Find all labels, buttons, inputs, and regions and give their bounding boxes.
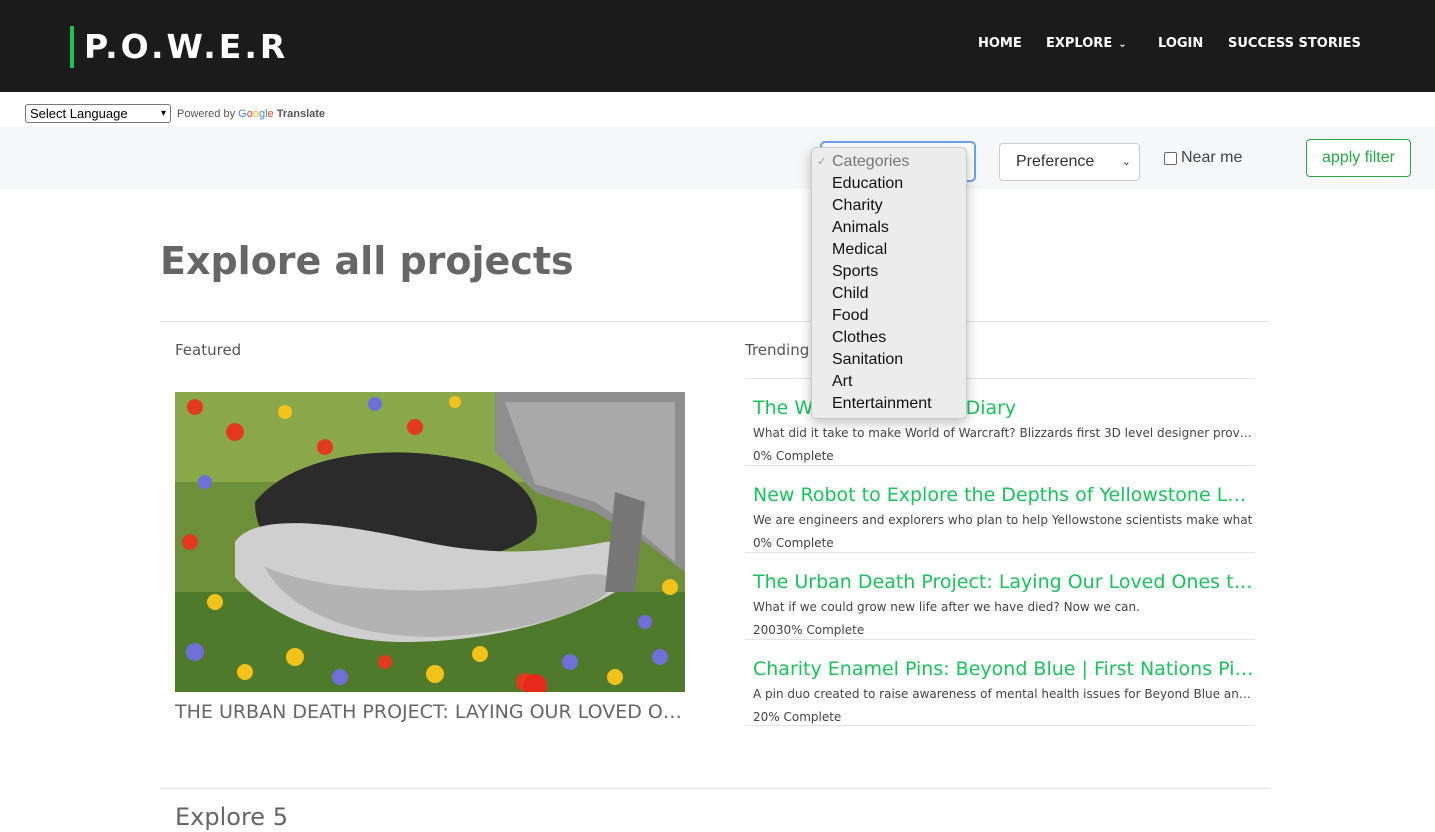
section-title: Explore 5 bbox=[175, 803, 288, 831]
powered-by-label: Powered by bbox=[177, 108, 236, 120]
apply-filter-button[interactable]: apply filter bbox=[1306, 139, 1411, 177]
translate-label: Translate bbox=[276, 108, 326, 120]
category-option-animals[interactable]: Animals bbox=[812, 217, 966, 239]
category-option-food[interactable]: Food bbox=[812, 305, 966, 327]
logo-accent-bar bbox=[70, 26, 74, 68]
chevron-down-icon: ⌄ bbox=[1121, 156, 1131, 168]
category-option-education[interactable]: Education bbox=[812, 173, 966, 195]
flower-field-hands-illustration bbox=[175, 392, 685, 692]
trending-item[interactable]: New Robot to Explore the Depths of Yello… bbox=[745, 465, 1255, 552]
featured-project-title[interactable]: THE URBAN DEATH PROJECT: LAYING OUR LOVE… bbox=[175, 700, 687, 724]
category-option-entertainment[interactable]: Entertainment bbox=[812, 393, 966, 415]
trending-item-description: We are engineers and explorers who plan … bbox=[753, 513, 1253, 527]
nav-explore[interactable]: EXPLORE ⌄ bbox=[1046, 35, 1127, 53]
trending-item-progress: 20030% Complete bbox=[753, 623, 865, 637]
trending-item[interactable]: The Urban Death Project: Laying Our Love… bbox=[745, 552, 1255, 639]
select-arrow-icon: ▾ bbox=[160, 108, 166, 119]
nav-explore-label: EXPLORE bbox=[1046, 36, 1113, 51]
near-me-label[interactable]: Near me bbox=[1181, 148, 1242, 168]
divider bbox=[160, 788, 1270, 789]
trending-item-description: What did it take to make World of Warcra… bbox=[753, 426, 1255, 440]
language-select[interactable]: Select Language ▾ bbox=[25, 104, 171, 123]
powered-by-google-translate: Powered by Google Translate bbox=[177, 107, 325, 121]
category-option-sanitation[interactable]: Sanitation bbox=[812, 349, 966, 371]
category-option-medical[interactable]: Medical bbox=[812, 239, 966, 261]
checkmark-icon: ✓ bbox=[817, 156, 827, 168]
categories-dropdown-menu: ✓ Categories Education Charity Animals Me… bbox=[811, 147, 967, 419]
category-option-clothes[interactable]: Clothes bbox=[812, 327, 966, 349]
category-option-sports[interactable]: Sports bbox=[812, 261, 966, 283]
trending-label: Trending bbox=[745, 341, 810, 359]
trending-item-title[interactable]: New Robot to Explore the Depths of Yello… bbox=[753, 482, 1255, 508]
category-option-charity[interactable]: Charity bbox=[812, 195, 966, 217]
category-option-art[interactable]: Art bbox=[812, 371, 966, 393]
nav-home[interactable]: HOME bbox=[978, 35, 1022, 53]
trending-item-progress: 20% Complete bbox=[753, 710, 842, 724]
trending-item-progress: 0% Complete bbox=[753, 536, 834, 550]
trending-item-description: A pin duo created to raise awareness of … bbox=[753, 687, 1255, 701]
category-option-child[interactable]: Child bbox=[812, 283, 966, 305]
preference-select[interactable]: Preference ⌄ bbox=[999, 143, 1140, 181]
near-me-checkbox[interactable] bbox=[1164, 152, 1177, 165]
category-option-placeholder: ✓ Categories bbox=[812, 151, 966, 173]
site-header: P.O.W.E.R HOME EXPLORE ⌄ LOGIN SUCCESS ST… bbox=[0, 0, 1435, 92]
trending-item-title[interactable]: Charity Enamel Pins: Beyond Blue | First… bbox=[753, 656, 1255, 682]
trending-item-progress: 0% Complete bbox=[753, 449, 834, 463]
site-logo[interactable]: P.O.W.E.R bbox=[84, 26, 288, 68]
nav-login[interactable]: LOGIN bbox=[1158, 35, 1203, 53]
page-title: Explore all projects bbox=[160, 239, 574, 283]
google-logo: Google bbox=[238, 108, 274, 120]
preference-select-value: Preference bbox=[1016, 153, 1095, 170]
featured-label: Featured bbox=[175, 341, 242, 359]
trending-list: The World of Warcraft Diary What did it … bbox=[745, 378, 1255, 726]
featured-project-image[interactable] bbox=[175, 392, 685, 692]
chevron-down-icon: ⌄ bbox=[1118, 39, 1127, 50]
trending-item-description: What if we could grow new life after we … bbox=[753, 600, 1140, 614]
divider bbox=[160, 321, 1270, 322]
language-select-value: Select Language bbox=[30, 106, 128, 121]
trending-item[interactable]: Charity Enamel Pins: Beyond Blue | First… bbox=[745, 639, 1255, 726]
nav-success-stories[interactable]: SUCCESS STORIES bbox=[1228, 35, 1361, 53]
trending-item-title[interactable]: The Urban Death Project: Laying Our Love… bbox=[753, 569, 1255, 595]
